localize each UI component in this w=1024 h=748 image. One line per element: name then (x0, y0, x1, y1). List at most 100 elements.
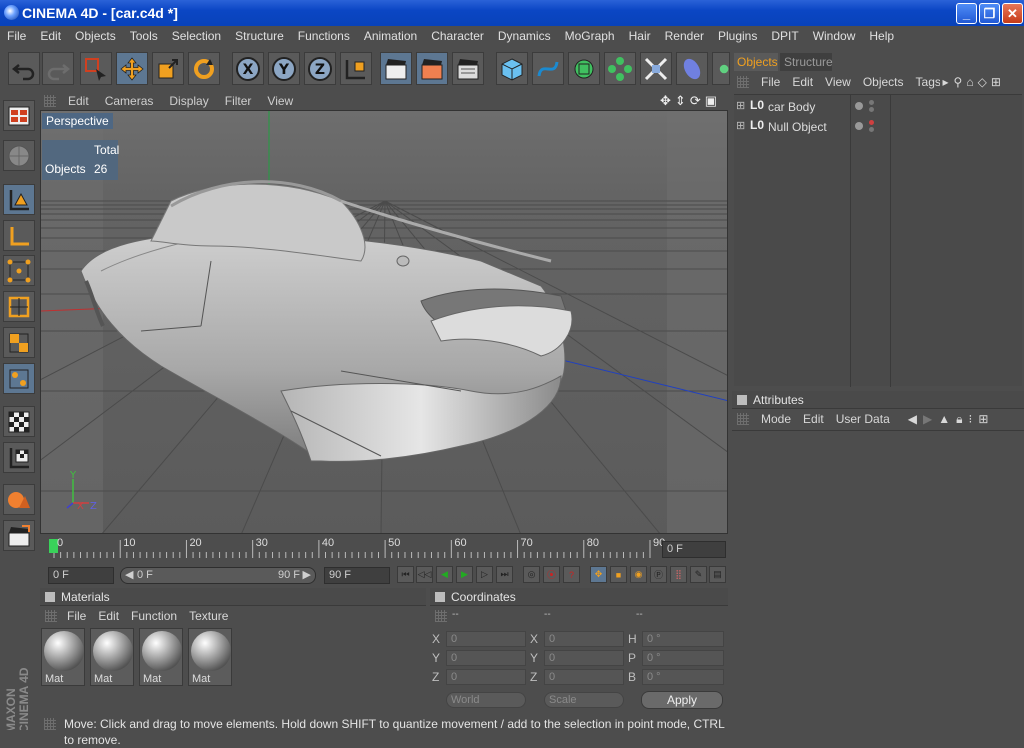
points-tool-button[interactable] (3, 255, 35, 286)
texture-tool-button[interactable] (3, 140, 35, 171)
viewport-menu-cameras[interactable]: Cameras (97, 94, 162, 108)
size-x-field[interactable]: 0 (544, 631, 624, 647)
viewport-menu-filter[interactable]: Filter (217, 94, 260, 108)
tree-item-car-body[interactable]: ⊞ L0 car Body (734, 97, 1022, 117)
new-panel-icon[interactable]: ⊞ (989, 75, 1003, 89)
menu-mograph[interactable]: MoGraph (558, 29, 622, 43)
render-settings-button[interactable] (452, 52, 484, 85)
timeline-ruler[interactable]: 0 10 20 30 40 50 60 70 80 90 0 F (40, 536, 728, 562)
panel-grip[interactable] (44, 95, 56, 107)
settings-icon[interactable]: ⁝ (966, 412, 976, 426)
redo-button[interactable] (42, 52, 74, 85)
attributes-menu-user-data[interactable]: User Data (830, 412, 896, 426)
visibility-render-dot[interactable] (869, 120, 874, 125)
undo-button[interactable] (8, 52, 40, 85)
attributes-menu-edit[interactable]: Edit (797, 412, 830, 426)
viewport-menu-edit[interactable]: Edit (60, 94, 97, 108)
keyframe-selection-button[interactable]: ▤ (709, 566, 726, 583)
objects-menu-objects[interactable]: Objects (857, 75, 910, 89)
menu-tools[interactable]: Tools (123, 29, 165, 43)
menu-structure[interactable]: Structure (228, 29, 291, 43)
record-position-button[interactable]: ◎ (523, 566, 540, 583)
render-view-button[interactable] (380, 52, 412, 85)
dolly-view-icon[interactable]: ⇕ (675, 93, 686, 109)
menu-edit[interactable]: Edit (33, 29, 68, 43)
coordinate-system-button[interactable] (340, 52, 372, 85)
menu-plugins[interactable]: Plugins (711, 29, 764, 43)
start-frame-field[interactable]: 0 F (48, 567, 114, 584)
scale-tool-button[interactable] (152, 52, 184, 85)
pos-z-field[interactable]: 0 (446, 669, 526, 685)
rot-p-field[interactable]: 0 ° (642, 650, 724, 666)
menu-help[interactable]: Help (862, 29, 901, 43)
primitive-object-button[interactable] (3, 484, 35, 515)
panel-menu-icon[interactable] (45, 591, 55, 602)
edges-tool-button[interactable] (3, 291, 35, 322)
panel-grip[interactable] (737, 76, 749, 88)
size-y-field[interactable]: 0 (544, 650, 624, 666)
eye-icon[interactable]: ◇ (976, 75, 989, 89)
end-frame-field[interactable]: 90 F (324, 567, 390, 584)
menu-objects[interactable]: Objects (68, 29, 123, 43)
add-light-button[interactable] (712, 52, 730, 85)
add-scene-button[interactable] (676, 52, 708, 85)
current-frame-field[interactable]: 0 F (662, 541, 726, 558)
forward-arrow-icon[interactable]: ▶ (920, 412, 935, 426)
objects-menu-tags[interactable]: Tags (910, 75, 940, 89)
y-axis-button[interactable]: Y (268, 52, 300, 85)
add-spline-button[interactable] (532, 52, 564, 85)
panel-grip[interactable] (45, 610, 57, 622)
key-position-button[interactable]: ✥ (590, 566, 607, 583)
tab-structure[interactable]: Structure (780, 53, 833, 71)
panel-menu-icon[interactable] (435, 591, 445, 602)
add-deformer-button[interactable] (640, 52, 672, 85)
rotate-tool-button[interactable] (188, 52, 220, 85)
material-swatch[interactable]: Mat (41, 628, 85, 686)
panel-menu-icon[interactable] (737, 394, 747, 405)
menu-dynamics[interactable]: Dynamics (491, 29, 558, 43)
viewport-menu-display[interactable]: Display (161, 94, 216, 108)
tab-objects[interactable]: Objects (734, 53, 778, 71)
preview-range-slider[interactable]: ◀ 0 F 90 F ▶ (120, 567, 316, 584)
use-model-tool-button[interactable] (3, 100, 35, 131)
objects-menu-view[interactable]: View (819, 75, 857, 89)
polygons-tool-button[interactable] (3, 327, 35, 358)
previous-frame-button[interactable]: ◀ (436, 566, 453, 583)
add-nurbs-button[interactable] (568, 52, 600, 85)
visibility-editor-dot[interactable] (855, 122, 863, 130)
go-to-start-button[interactable]: ⏮ (397, 566, 414, 583)
texture-axis-button[interactable] (3, 406, 35, 437)
scale-mode-select[interactable]: Scale (544, 692, 624, 708)
workplane-button[interactable] (3, 442, 35, 473)
render-region-button[interactable] (416, 52, 448, 85)
autokey-button[interactable]: ⦿ (543, 566, 560, 583)
rotate-view-icon[interactable]: ⟳ (690, 93, 701, 109)
menu-dpit[interactable]: DPIT (764, 29, 805, 43)
menu-hair[interactable]: Hair (622, 29, 658, 43)
materials-menu-texture[interactable]: Texture (183, 609, 234, 623)
lock-icon[interactable]: 🔒︎ (953, 412, 965, 427)
maximize-button[interactable]: ❐ (979, 3, 1000, 24)
axis-tool-button[interactable] (3, 220, 35, 251)
pan-view-icon[interactable]: ✥ (660, 93, 671, 109)
menu-animation[interactable]: Animation (357, 29, 424, 43)
add-cube-button[interactable] (496, 52, 528, 85)
visibility-render-dot[interactable] (869, 127, 874, 132)
visibility-render-dot[interactable] (869, 107, 874, 112)
render-animation-button[interactable] (3, 520, 35, 551)
apply-button[interactable]: Apply (641, 691, 723, 709)
key-scheme-button[interactable]: ✎ (690, 566, 707, 583)
objects-menu-file[interactable]: File (755, 75, 786, 89)
objects-menu-edit[interactable]: Edit (786, 75, 819, 89)
live-select-button[interactable] (3, 363, 35, 394)
tree-item-null-object[interactable]: ⊞ L0 Null Object (734, 117, 1022, 137)
panel-grip[interactable] (737, 413, 749, 425)
material-swatch[interactable]: Mat (139, 628, 183, 686)
material-swatch[interactable]: Mat (188, 628, 232, 686)
size-z-field[interactable]: 0 (544, 669, 624, 685)
new-panel-icon[interactable]: ⊞ (975, 412, 991, 426)
materials-menu-function[interactable]: Function (125, 609, 183, 623)
materials-menu-edit[interactable]: Edit (92, 609, 125, 623)
menu-character[interactable]: Character (424, 29, 491, 43)
attributes-menu-mode[interactable]: Mode (755, 412, 797, 426)
